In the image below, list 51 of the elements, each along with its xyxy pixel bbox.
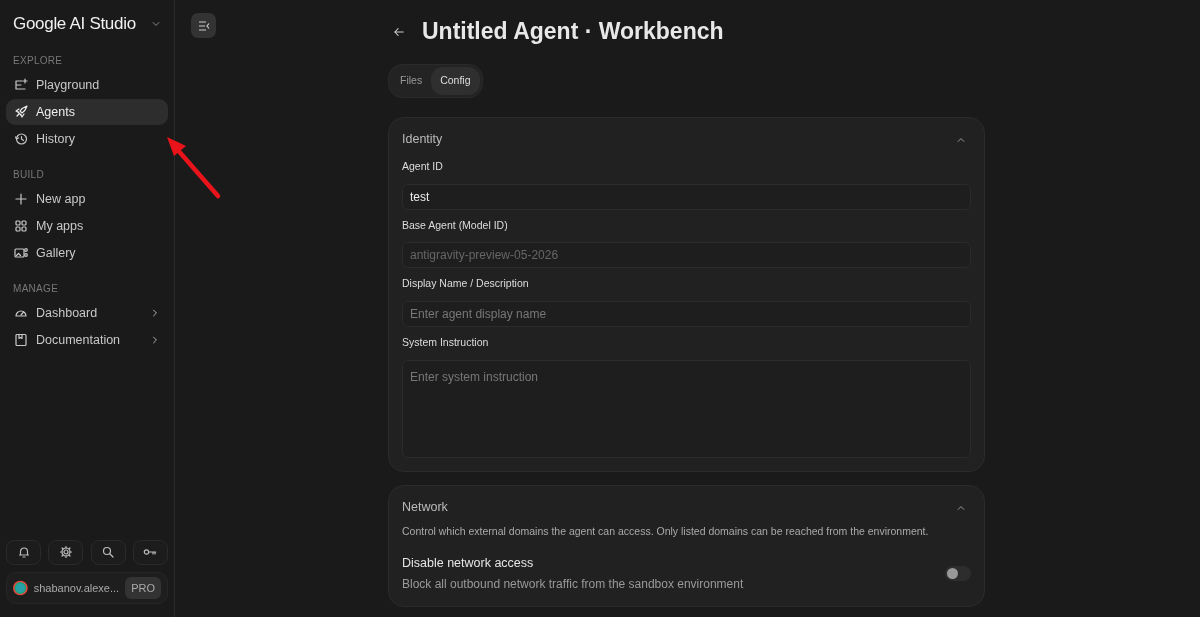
sidebar-item[interactable]: My apps [6,213,168,239]
brand-logo[interactable]: Google AI Studio [13,11,136,37]
history-icon [14,132,28,146]
rocket-icon [14,105,28,119]
sidebar-item[interactable]: History [6,126,168,152]
field-label: Display Name / Description [402,276,530,292]
section-title: Network [402,499,448,517]
sidebar-item[interactable]: Agents [6,99,168,125]
tab[interactable]: Config [431,67,480,95]
sidebar-item[interactable]: Playground [6,72,168,98]
search-icon [101,545,116,559]
book-icon [14,333,28,347]
user-account[interactable]: shabanov.alexe... PRO [6,571,168,604]
user-name: shabanov.alexe... [33,580,120,596]
field-label: Agent ID [402,158,444,174]
collapse-sidebar-button[interactable] [191,13,216,38]
document-icon [14,78,28,92]
chevron-down-icon[interactable] [151,19,161,29]
section-description: Control which external domains the agent can access. Only listed domains can be reached from the environment. [402,523,930,539]
search-button[interactable] [90,539,126,565]
plus-icon [14,192,28,206]
sidebar-toggle-icon [197,20,210,31]
field-label: System Instruction [402,335,490,350]
sidebar-item[interactable]: Documentation [6,327,168,353]
sidebar-item[interactable]: Gallery [6,240,168,266]
textarea-field[interactable]: Enter system instruction [402,359,971,458]
chevron-right-icon [150,333,160,347]
tab[interactable]: Files [391,67,432,95]
settings-icon [58,545,73,559]
sidebar-item[interactable]: Dashboard [6,300,168,326]
section-title: Identity [402,131,443,149]
plan-badge: PRO [125,576,161,599]
section-heading: MANAGE [12,282,60,296]
grid-icon [14,219,28,233]
toggle-switch[interactable] [945,565,971,581]
back-arrow-icon[interactable] [393,26,405,38]
chevron-right-icon [150,306,160,320]
input-field[interactable]: Enter agent display name [402,301,971,327]
section-heading: BUILD [12,168,45,182]
setting-description: Block all outbound network traffic from the sandbox environment [402,576,744,594]
key-button[interactable] [133,539,168,565]
bell-icon [16,545,31,559]
input-field[interactable]: test [402,183,971,210]
page-title: Untitled Agent · Workbench [422,18,724,46]
field-label: Base Agent (Model ID) [402,217,509,233]
sidebar-item[interactable]: New app [6,186,168,212]
gallery-icon [14,246,28,260]
setting-label: Disable network access [402,554,535,572]
settings-button[interactable] [48,539,84,565]
section-heading: EXPLORE [12,54,64,68]
bell-button[interactable] [6,539,41,565]
